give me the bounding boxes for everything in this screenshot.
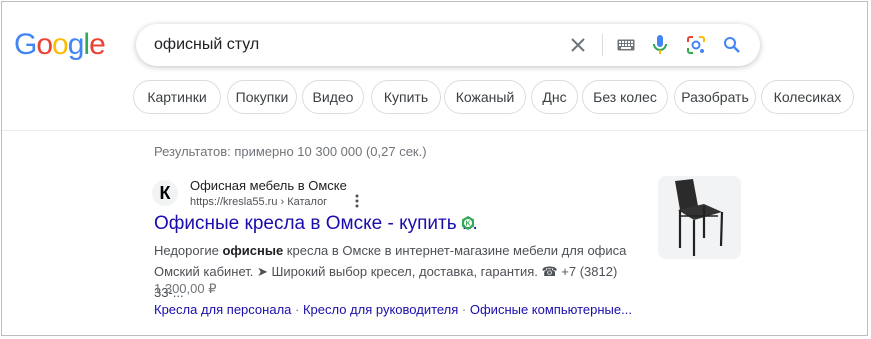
search-divider (602, 34, 603, 56)
chip-dns[interactable]: Днс (531, 80, 578, 114)
more-options-icon[interactable] (355, 194, 359, 210)
snippet-highlight: офисные (222, 243, 284, 258)
chip-razobrat[interactable]: Разобрать (674, 80, 756, 114)
chip-pokupki[interactable]: Покупки (227, 80, 297, 114)
logo-letter: G (14, 28, 37, 61)
site-favicon[interactable]: К (152, 180, 178, 206)
sitelinks: Кресла для персонала · Кресло для руково… (154, 302, 632, 317)
chip-kolesikah[interactable]: Колесиках (761, 80, 854, 114)
snippet-text: Недорогие (154, 243, 223, 258)
chip-kupit[interactable]: Купить (371, 80, 441, 114)
results-stats: Результатов: примерно 10 300 000 (0,27 с… (154, 144, 427, 159)
site-badge-icon: K (461, 216, 475, 230)
office-chair-image[interactable] (658, 176, 741, 259)
header-divider (2, 130, 867, 131)
chip-video[interactable]: Видео (302, 80, 364, 114)
search-input[interactable]: офисный стул (154, 36, 259, 54)
snippet-text: Омский кабинет. ➤ Широкий выбор кресел, … (154, 264, 618, 300)
google-logo[interactable]: Google (14, 28, 106, 61)
search-icon[interactable] (721, 34, 743, 56)
logo-letter: g (67, 28, 85, 61)
sitelink[interactable]: Офисные компьютерные... (470, 302, 632, 317)
logo-letter: e (89, 28, 106, 61)
sitelink[interactable]: Кресла для персонала (154, 302, 291, 317)
sitelink[interactable]: Кресло для руководителя (303, 302, 458, 317)
chip-kartinki[interactable]: Картинки (133, 80, 221, 114)
snippet-text: кресла в Омске в интернет-магазине мебел… (283, 243, 627, 258)
close-icon[interactable] (568, 35, 588, 55)
keyboard-icon[interactable] (615, 35, 637, 55)
result-title-link[interactable]: Офисные кресла в Омске - купить ... (154, 213, 478, 235)
mic-icon[interactable] (649, 34, 671, 56)
sitelink-separator: · (291, 302, 303, 317)
result-snippet: Недорогие офисные кресла в Омске в интер… (154, 240, 644, 303)
badge-letter: K (465, 221, 470, 228)
chip-bez-koles[interactable]: Без колес (582, 80, 668, 114)
result-price: 1 300,00 ₽ (154, 281, 217, 296)
lens-icon[interactable] (685, 34, 707, 56)
search-box[interactable]: офисный стул (136, 24, 760, 66)
chip-kozhanyj[interactable]: Кожаный (444, 80, 526, 114)
logo-letter: o (52, 28, 69, 61)
site-name[interactable]: Офисная мебель в Омске (190, 178, 347, 193)
site-url[interactable]: https://kresla55.ru › Каталог (190, 196, 327, 208)
logo-letter: o (36, 28, 53, 61)
sitelink-separator: · (458, 302, 470, 317)
